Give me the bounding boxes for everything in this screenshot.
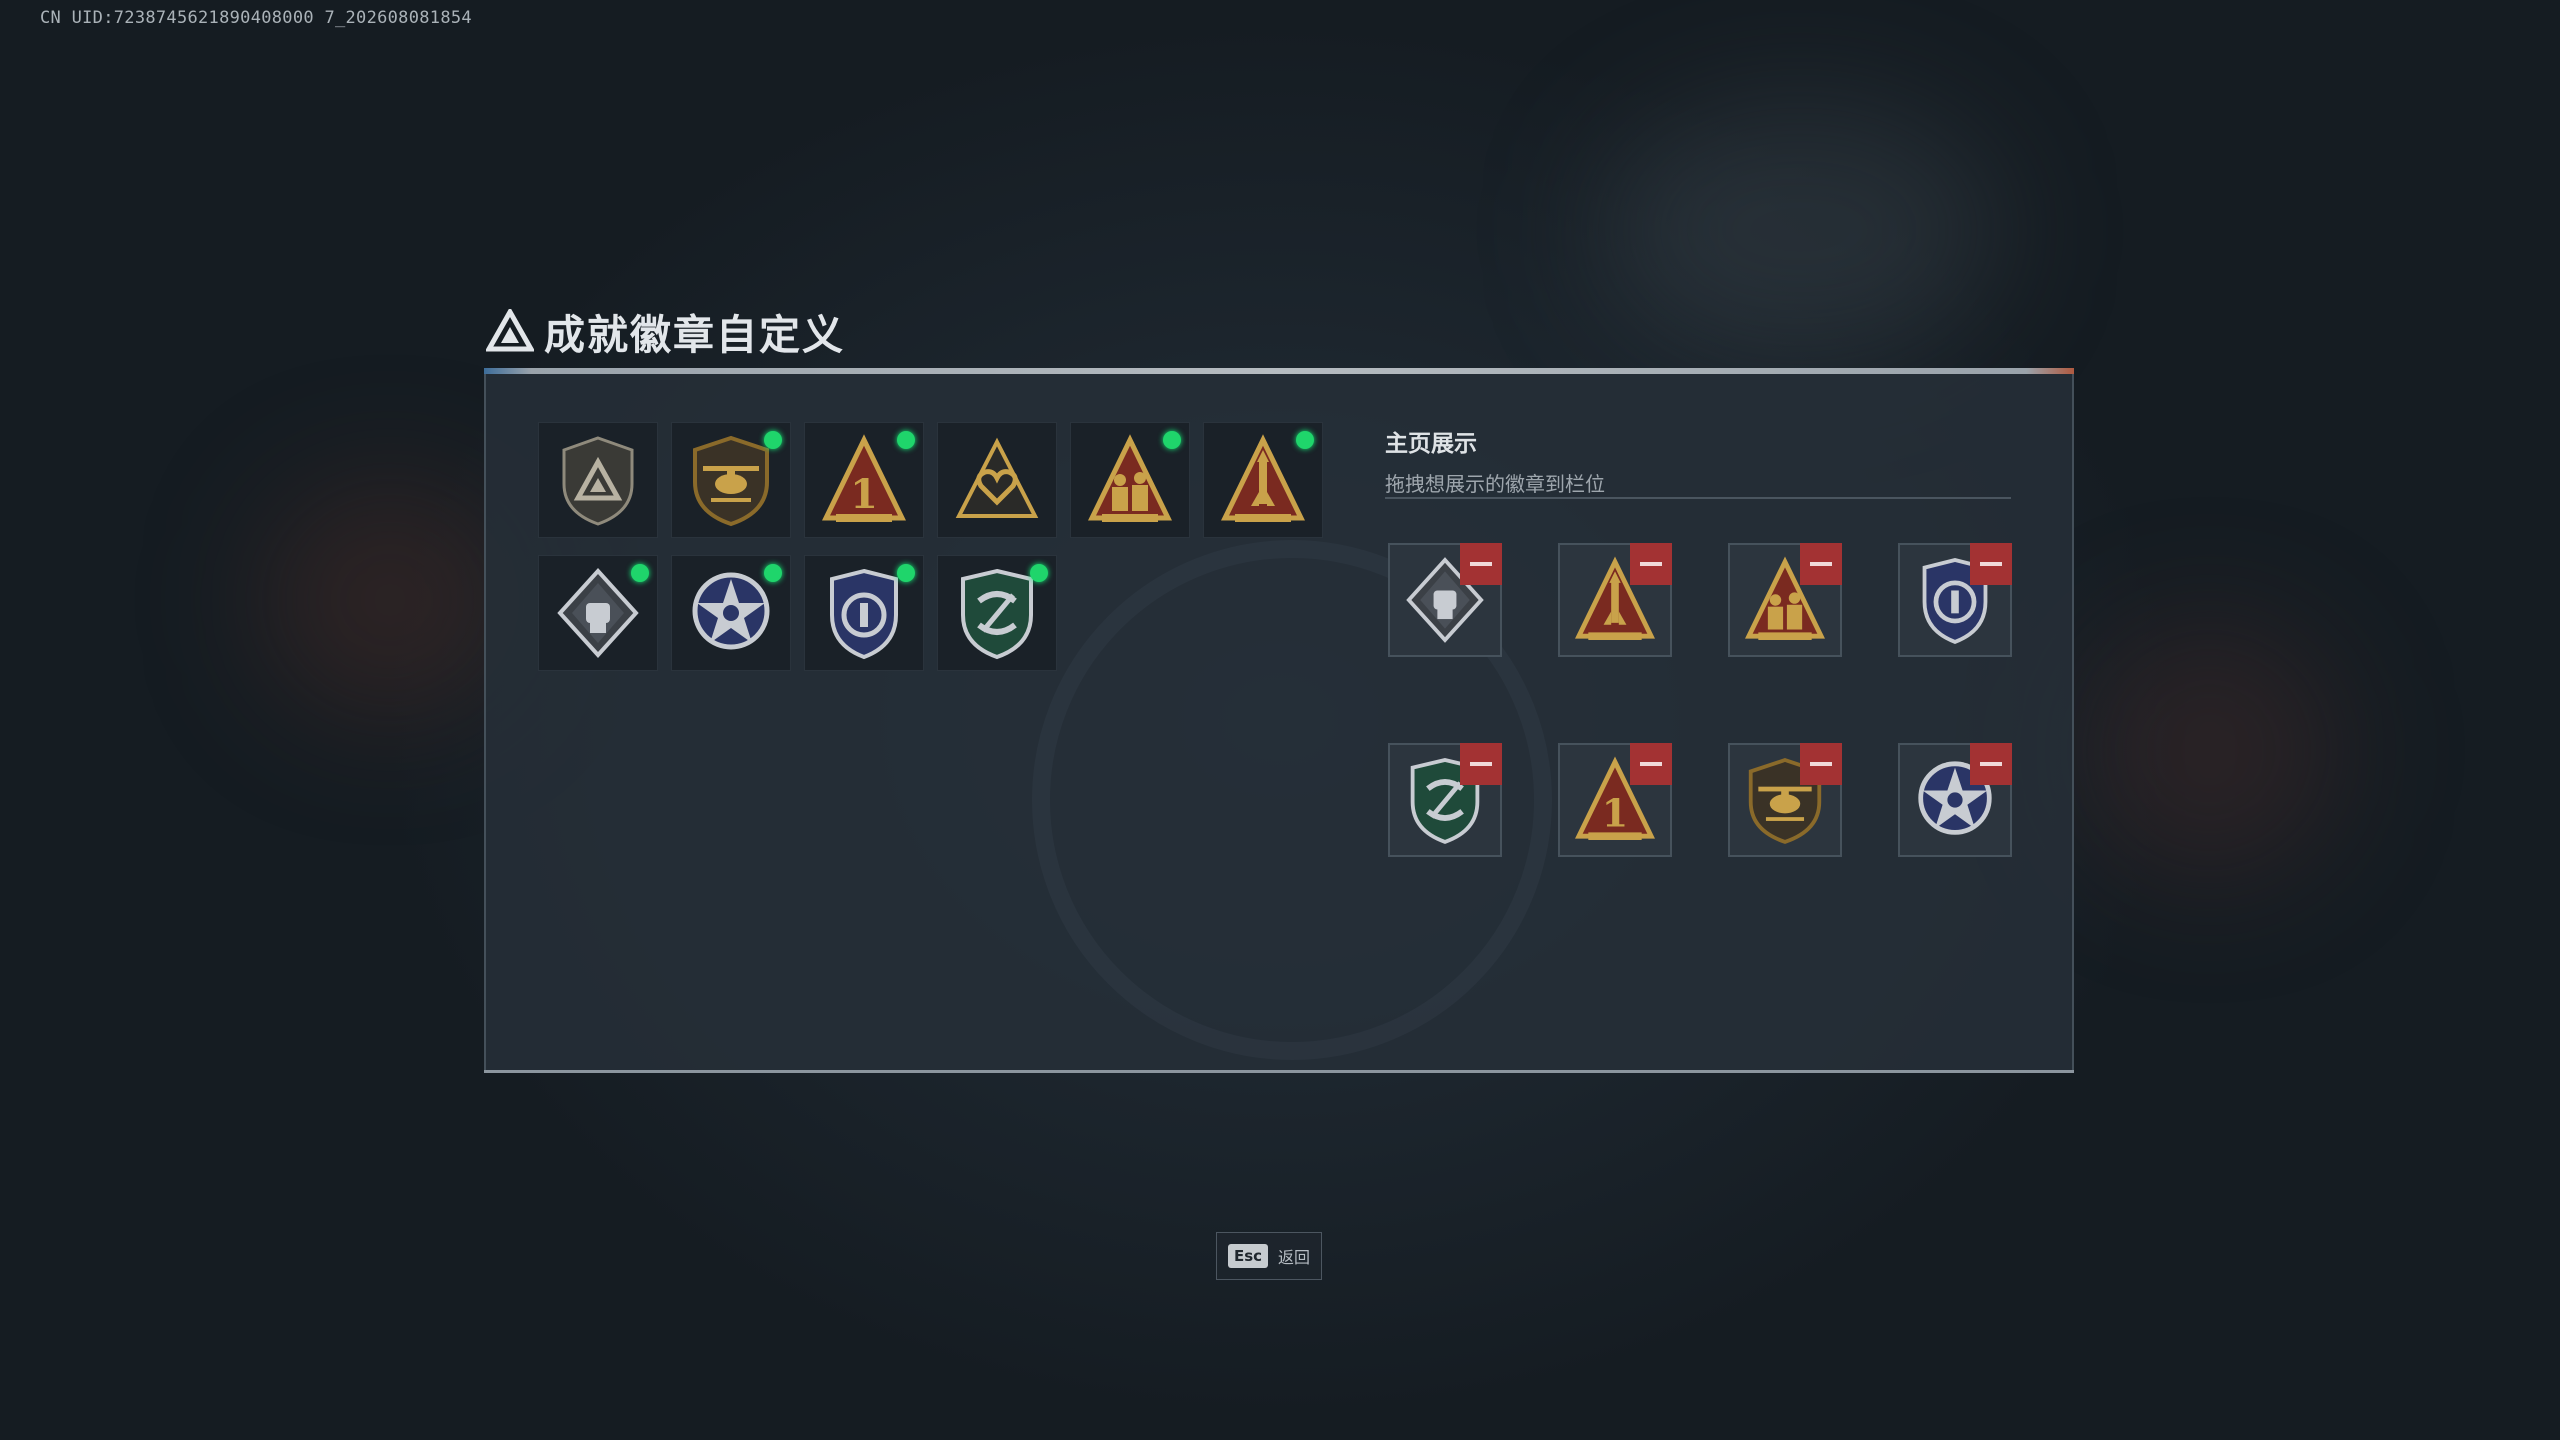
soldiers-triangle-icon xyxy=(1088,434,1172,522)
star-wreath-icon xyxy=(692,572,770,650)
showcase-divider xyxy=(1385,497,2011,499)
minus-icon xyxy=(1980,562,2002,566)
police-shield-icon xyxy=(830,568,898,660)
remove-badge-button[interactable] xyxy=(1460,543,1502,585)
minus-icon xyxy=(1810,562,1832,566)
new-indicator-dot xyxy=(897,564,915,582)
showcase-header: 主页展示 拖拽想展示的徽章到栏位 xyxy=(1385,424,1605,497)
new-indicator-dot xyxy=(1296,431,1314,449)
esc-key: Esc xyxy=(1227,1244,1269,1268)
back-button[interactable]: Esc 返回 xyxy=(1216,1232,1322,1280)
owned-badge-helicopter-badge[interactable] xyxy=(671,422,791,538)
minus-icon xyxy=(1470,562,1492,566)
helicopter-icon xyxy=(693,435,769,527)
new-indicator-dot xyxy=(897,431,915,449)
svg-text:1: 1 xyxy=(850,471,878,518)
bg-glow-top xyxy=(1600,100,2000,360)
owned-badge-number-one-badge[interactable]: 1 xyxy=(804,422,924,538)
showcase-slot[interactable] xyxy=(1558,543,1672,657)
remove-badge-button[interactable] xyxy=(1460,743,1502,785)
showcase-slot[interactable]: 1 xyxy=(1558,743,1672,857)
new-indicator-dot xyxy=(764,564,782,582)
owned-badge-shield-triangle-badge[interactable] xyxy=(538,422,658,538)
showcase-slot[interactable] xyxy=(1898,543,2012,657)
bg-glow-left xyxy=(260,480,520,720)
owned-badge-star-wreath-badge[interactable] xyxy=(671,555,791,671)
remove-badge-button[interactable] xyxy=(1800,743,1842,785)
remove-badge-button[interactable] xyxy=(1970,543,2012,585)
new-indicator-dot xyxy=(764,431,782,449)
back-label: 返回 xyxy=(1278,1248,1311,1267)
user-uid: CN UID:7238745621890408000 7_20260808185… xyxy=(40,8,472,28)
owned-badge-police-shield-badge[interactable] xyxy=(804,555,924,671)
diamond-fist-icon xyxy=(557,568,639,658)
new-indicator-dot xyxy=(1030,564,1048,582)
owned-badge-diamond-fist-badge[interactable] xyxy=(538,555,658,671)
showcase-title: 主页展示 xyxy=(1385,431,1477,457)
minus-icon xyxy=(1470,762,1492,766)
number-one-icon: 1 xyxy=(822,434,906,522)
minus-icon xyxy=(1810,762,1832,766)
owned-badge-heart-triangle-badge[interactable] xyxy=(937,422,1057,538)
showcase-slot[interactable] xyxy=(1728,543,1842,657)
remove-badge-button[interactable] xyxy=(1630,743,1672,785)
owned-badge-soldiers-triangle-badge[interactable] xyxy=(1070,422,1190,538)
remove-badge-button[interactable] xyxy=(1800,543,1842,585)
bg-glow-right xyxy=(2080,620,2340,880)
showcase-slot[interactable] xyxy=(1388,743,1502,857)
panel-bottom-border xyxy=(484,1070,2074,1073)
green-arrows-shield-icon xyxy=(961,568,1033,660)
showcase-subtitle: 拖拽想展示的徽章到栏位 xyxy=(1385,472,1605,496)
rocket-triangle-icon xyxy=(1221,434,1305,522)
remove-badge-button[interactable] xyxy=(1970,743,2012,785)
new-indicator-dot xyxy=(631,564,649,582)
minus-icon xyxy=(1640,562,1662,566)
minus-icon xyxy=(1980,762,2002,766)
remove-badge-button[interactable] xyxy=(1630,543,1672,585)
heart-triangle-icon xyxy=(955,437,1039,518)
showcase-slot[interactable] xyxy=(1898,743,2012,857)
new-indicator-dot xyxy=(1163,431,1181,449)
page-header: 成就徽章自定义 xyxy=(486,300,845,362)
owned-badge-rocket-triangle-badge[interactable] xyxy=(1203,422,1323,538)
page-title: 成就徽章自定义 xyxy=(544,311,845,359)
triangle-emblem-icon xyxy=(486,309,534,352)
shield-triangle-icon xyxy=(562,436,634,526)
owned-badge-green-arrows-shield-badge[interactable] xyxy=(937,555,1057,671)
minus-icon xyxy=(1640,762,1662,766)
showcase-slot[interactable] xyxy=(1728,743,1842,857)
showcase-slot[interactable] xyxy=(1388,543,1502,657)
svg-text:1: 1 xyxy=(1602,791,1629,836)
